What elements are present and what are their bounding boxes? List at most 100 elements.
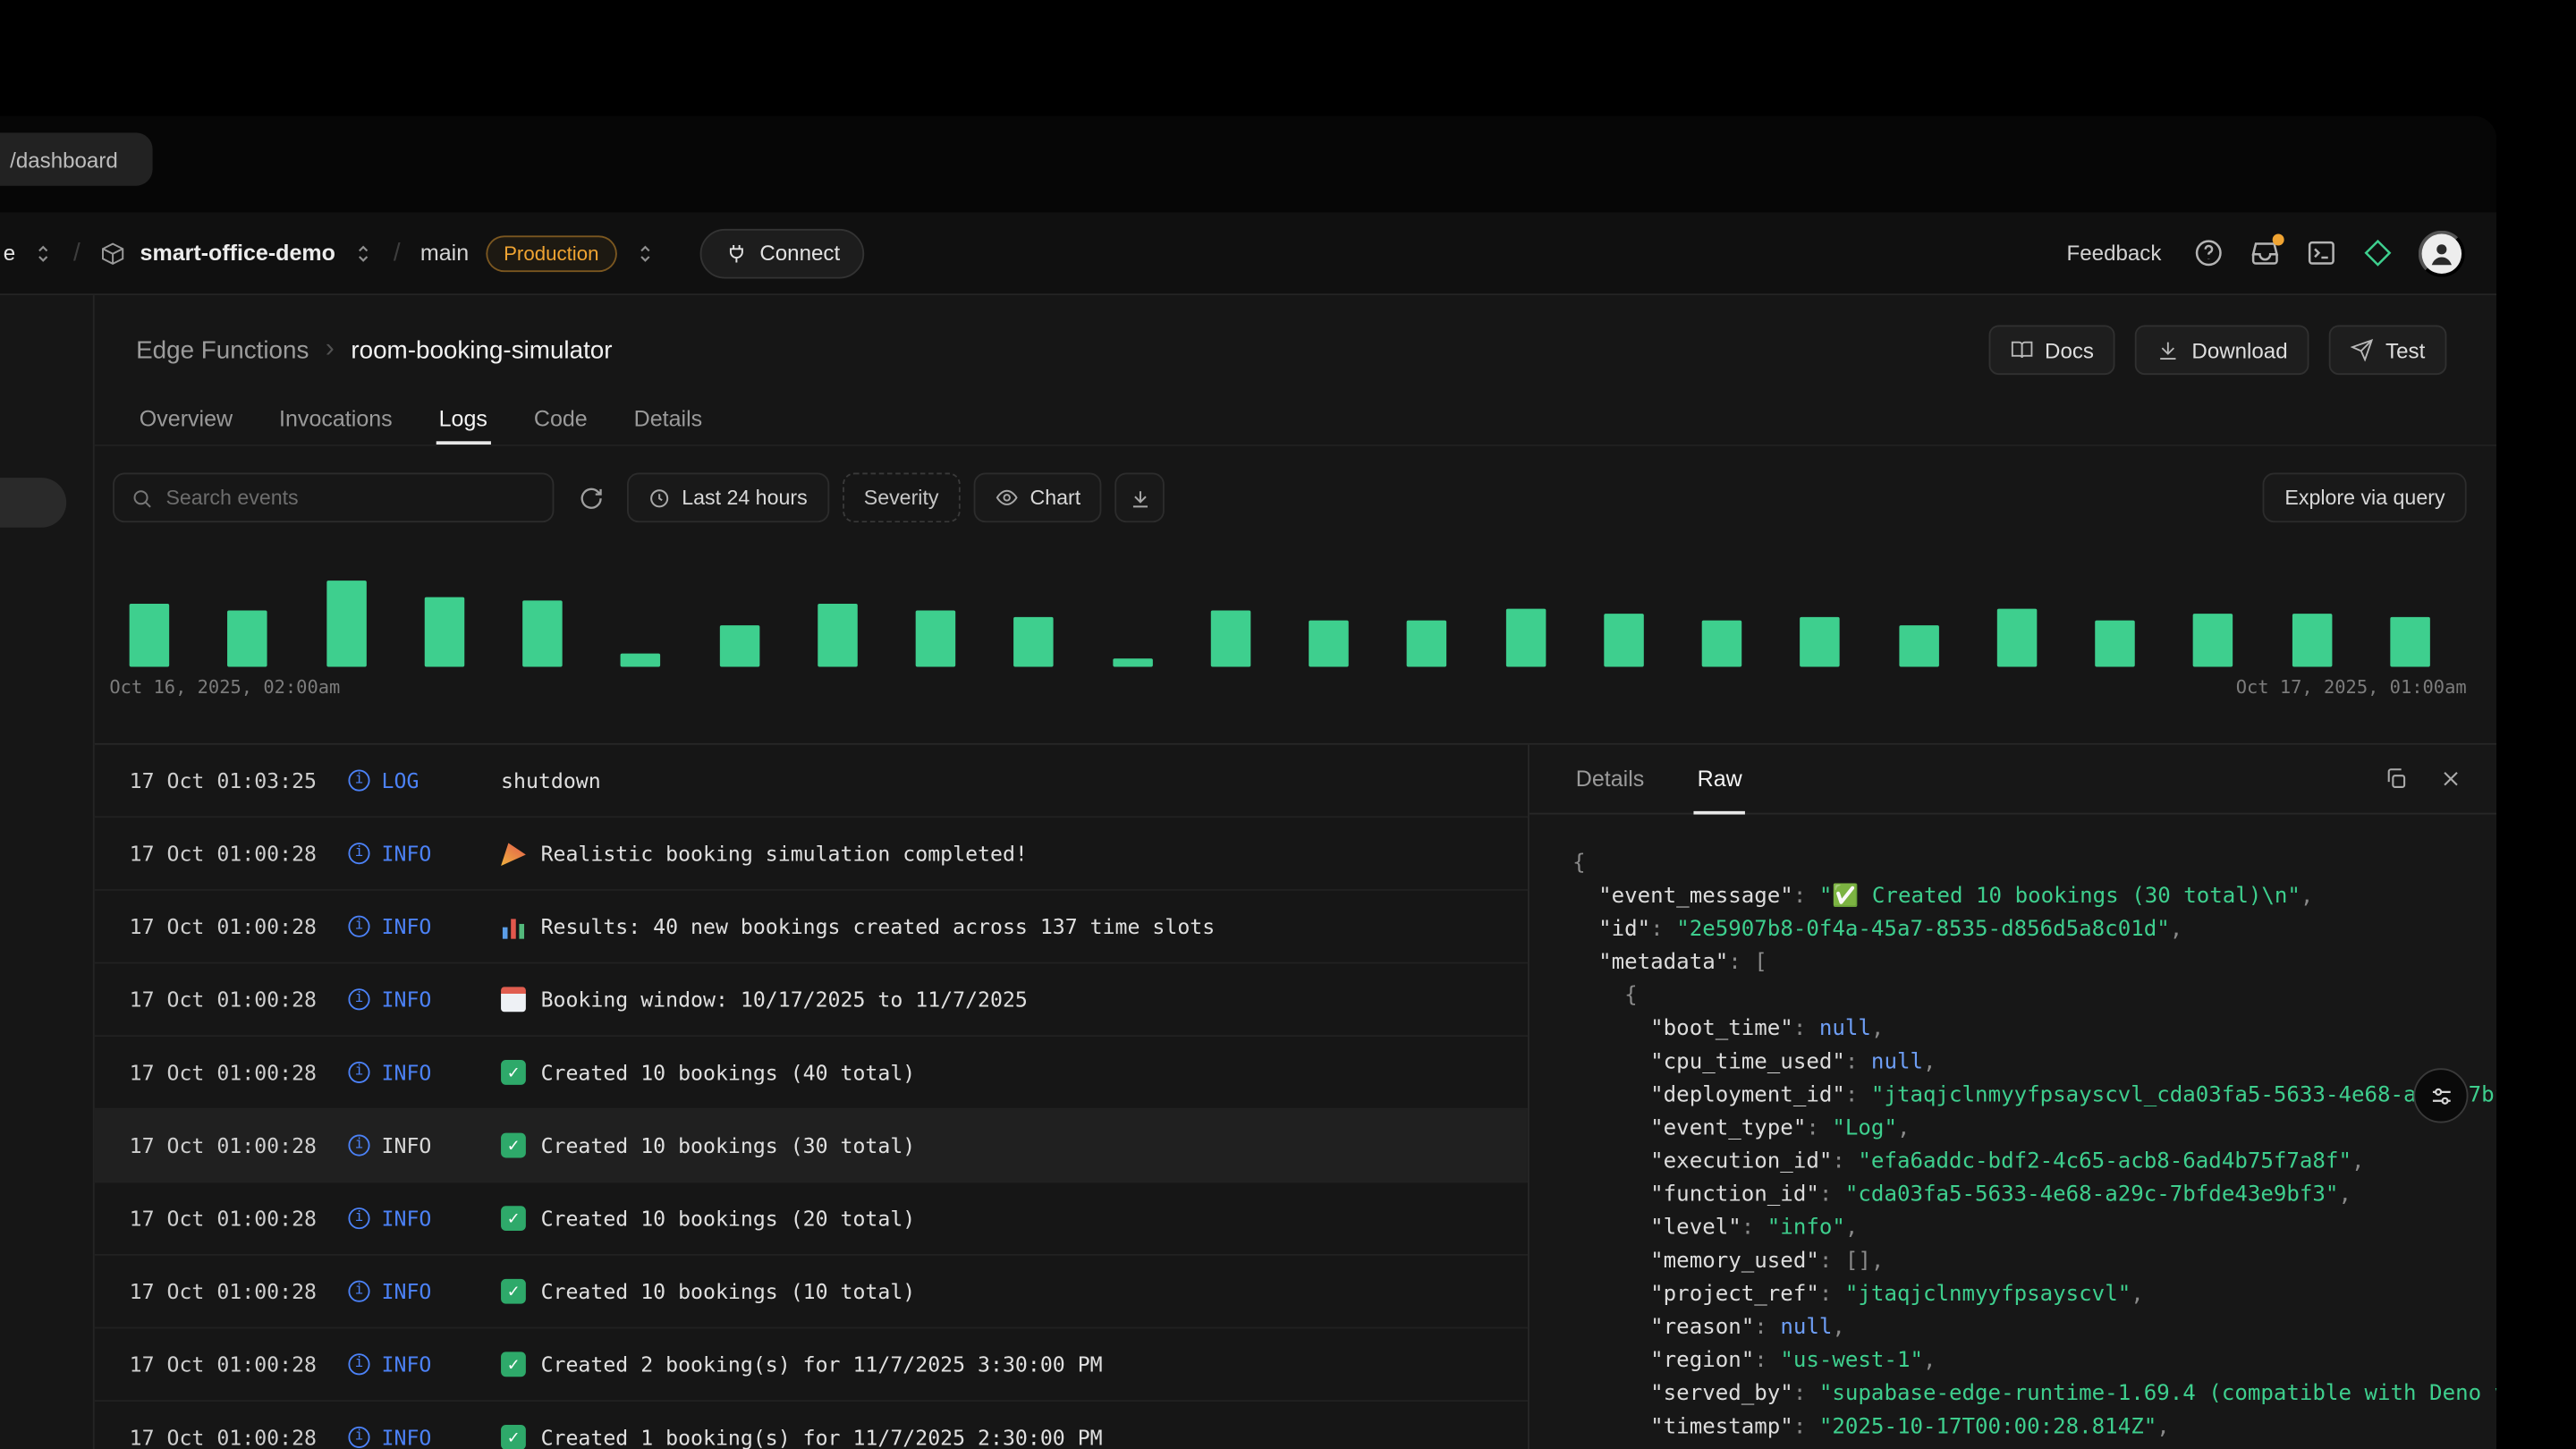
log-row[interactable]: 17 Oct 01:00:28iINFOBooking window: 10/1…	[95, 963, 1528, 1037]
severity-filter[interactable]: Severity	[843, 473, 961, 523]
log-row[interactable]: 17 Oct 01:00:28iINFOResults: 40 new book…	[95, 891, 1528, 964]
log-row[interactable]: 17 Oct 01:00:28iINFO✓Created 2 booking(s…	[95, 1328, 1528, 1402]
log-message: ✓Created 1 booking(s) for 11/7/2025 2:30…	[501, 1425, 1103, 1449]
log-level-label: INFO	[382, 1352, 432, 1377]
tab-code[interactable]: Code	[530, 394, 590, 445]
chart-bar[interactable]	[2390, 617, 2430, 667]
chart-toggle[interactable]: Chart	[973, 473, 1102, 523]
log-message: Booking window: 10/17/2025 to 11/7/2025	[501, 987, 1028, 1012]
log-row[interactable]: 17 Oct 01:00:28iINFORealistic booking si…	[95, 818, 1528, 891]
docs-label: Docs	[2045, 337, 2094, 362]
chart-bar[interactable]	[1604, 614, 1644, 666]
chart-bar[interactable]	[916, 610, 956, 666]
chart-bar[interactable]	[2095, 621, 2135, 667]
body-row: Edge Functions › room-booking-simulator …	[0, 295, 2496, 1449]
chart-bar[interactable]	[130, 604, 170, 666]
chart-bar[interactable]	[1407, 621, 1447, 667]
log-message-text: Created 10 bookings (30 total)	[541, 1133, 916, 1158]
chart-bar[interactable]	[818, 604, 858, 666]
chart-bar[interactable]	[1505, 609, 1546, 667]
check-emoji-icon: ✓	[501, 1206, 526, 1231]
terminal-button[interactable]	[2306, 237, 2337, 268]
detail-tab-details[interactable]: Details	[1572, 745, 1648, 815]
chart-bar[interactable]	[1801, 617, 1841, 667]
info-icon: i	[348, 1062, 369, 1083]
tab-logs[interactable]: Logs	[436, 394, 491, 445]
chart-bar[interactable]	[1210, 610, 1250, 666]
log-level-label: INFO	[382, 1133, 432, 1158]
docs-button[interactable]: Docs	[1988, 325, 2115, 375]
feedback-button[interactable]: Feedback	[2067, 241, 2162, 266]
notification-dot	[2273, 233, 2284, 245]
chart-bar[interactable]	[1309, 621, 1349, 667]
log-row[interactable]: 17 Oct 01:00:28iINFO✓Created 10 bookings…	[95, 1182, 1528, 1256]
browser-tab-dashboard[interactable]: /dashboard	[0, 132, 153, 185]
log-timestamp: 17 Oct 01:00:28	[130, 1133, 349, 1158]
log-timestamp: 17 Oct 01:00:28	[130, 987, 349, 1012]
assistant-button[interactable]	[2362, 237, 2394, 268]
project-selector-chevron[interactable]	[352, 242, 376, 265]
org-selector[interactable]: e	[4, 241, 15, 266]
notifications-button[interactable]	[2250, 237, 2281, 268]
log-level-badge: iINFO	[348, 841, 501, 866]
chart-bar[interactable]	[522, 600, 563, 666]
topbar-right: Feedback	[2067, 230, 2465, 276]
download-button[interactable]: Download	[2135, 325, 2309, 375]
log-options-floating-button[interactable]	[2413, 1068, 2468, 1123]
tab-details[interactable]: Details	[631, 394, 706, 445]
log-message-text: Created 10 bookings (10 total)	[541, 1279, 916, 1304]
log-row[interactable]: 17 Oct 01:00:28iINFO✓Created 10 bookings…	[95, 1256, 1528, 1329]
clock-icon	[648, 487, 670, 508]
refresh-button[interactable]	[567, 474, 614, 521]
chart-bar[interactable]	[2193, 614, 2233, 666]
log-row[interactable]: 17 Oct 01:00:28iINFO✓Created 10 bookings…	[95, 1110, 1528, 1183]
log-row[interactable]: 17 Oct 01:00:28iINFO✓Created 10 bookings…	[95, 1037, 1528, 1110]
copy-button[interactable]	[2384, 767, 2409, 792]
branch-selector-chevron[interactable]	[633, 242, 657, 265]
org-selector-chevron[interactable]	[32, 242, 55, 265]
json-line: "event_message": "✅ Created 10 bookings …	[1572, 881, 2496, 914]
chart-bar[interactable]	[621, 654, 661, 667]
environment-badge[interactable]: Production	[486, 234, 617, 271]
log-row[interactable]: 17 Oct 01:00:28iINFO✓Created 1 booking(s…	[95, 1402, 1528, 1449]
log-message-text: Results: 40 new bookings created across …	[541, 914, 1216, 939]
avatar[interactable]	[2419, 230, 2465, 276]
explore-via-query-button[interactable]: Explore via query	[2263, 473, 2466, 523]
explore-label: Explore via query	[2284, 486, 2445, 509]
chart-bar[interactable]	[2292, 614, 2332, 666]
chart-bar[interactable]	[424, 597, 464, 667]
connect-button[interactable]: Connect	[700, 228, 865, 278]
log-timestamp: 17 Oct 01:00:28	[130, 1206, 349, 1231]
chart-bar[interactable]	[1898, 625, 1938, 666]
json-line: "id": "2e5907b8-0f4a-45a7-8535-d856d5a8c…	[1572, 914, 2496, 947]
function-tabs: Overview Invocations Logs Code Details	[95, 394, 2496, 445]
chart-bar[interactable]	[719, 625, 759, 666]
log-level-label: INFO	[382, 1425, 432, 1449]
download-logs-button[interactable]	[1115, 473, 1165, 523]
project-selector[interactable]: smart-office-demo	[140, 241, 335, 266]
log-message-text: Created 10 bookings (20 total)	[541, 1206, 916, 1231]
chart-bar[interactable]	[326, 580, 366, 666]
chart-bar[interactable]	[1014, 617, 1055, 667]
double-chevron-icon	[352, 242, 376, 265]
tab-overview[interactable]: Overview	[136, 394, 236, 445]
time-range-button[interactable]: Last 24 hours	[627, 473, 829, 523]
log-row[interactable]: 17 Oct 01:03:25iLOGshutdown	[95, 745, 1528, 818]
eye-icon	[996, 486, 1019, 509]
chart-bar[interactable]	[1996, 609, 2037, 667]
chart-bar[interactable]	[228, 610, 268, 666]
help-button[interactable]	[2193, 237, 2224, 268]
breadcrumb-edge-functions[interactable]: Edge Functions	[136, 336, 309, 365]
close-panel-button[interactable]	[2438, 767, 2463, 792]
branch-selector[interactable]: main	[420, 241, 469, 266]
search-input[interactable]	[165, 486, 536, 509]
chart-bar[interactable]	[1702, 621, 1742, 667]
detail-tab-raw[interactable]: Raw	[1694, 745, 1746, 815]
log-timestamp: 17 Oct 01:00:28	[130, 841, 349, 866]
chart-bar[interactable]	[1112, 658, 1152, 666]
terminal-icon	[2306, 237, 2337, 268]
sidebar-item[interactable]	[0, 478, 66, 528]
tab-invocations[interactable]: Invocations	[275, 394, 395, 445]
search-icon	[131, 487, 153, 508]
test-button[interactable]: Test	[2329, 325, 2446, 375]
